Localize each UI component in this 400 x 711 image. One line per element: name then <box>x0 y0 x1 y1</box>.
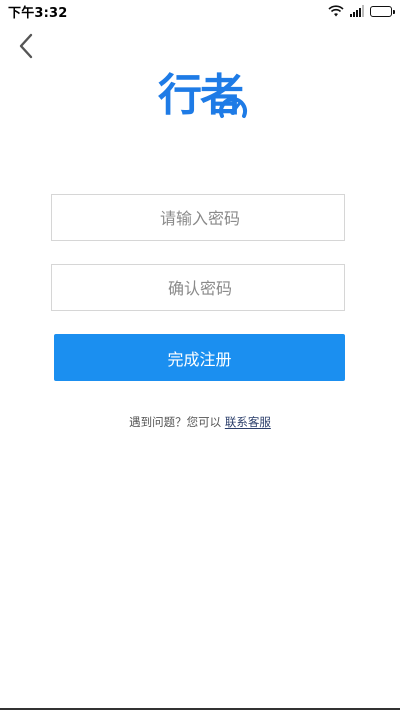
battery-icon <box>370 5 395 17</box>
app-logo: 行者 <box>148 68 252 128</box>
complete-registration-button[interactable]: 完成注册 <box>54 334 345 381</box>
status-time: 下午3:32 <box>8 5 68 21</box>
contact-support-link[interactable]: 联系客服 <box>225 415 271 429</box>
chevron-left-icon <box>18 33 34 63</box>
status-icons <box>328 5 395 17</box>
confirm-password-input[interactable] <box>52 265 348 312</box>
help-prompt: 遇到问题？您可以 <box>129 415 225 429</box>
confirm-password-field-container <box>51 264 348 312</box>
status-bar: 下午3:32 <box>0 0 400 22</box>
signal-icon <box>350 5 364 17</box>
back-button[interactable] <box>12 32 40 64</box>
password-input[interactable] <box>52 195 348 242</box>
bottom-divider <box>0 708 400 710</box>
speedometer-icon <box>218 94 248 124</box>
wifi-icon <box>328 5 344 17</box>
password-field-container <box>51 194 348 242</box>
help-line: 遇到问题？您可以 联系客服 <box>0 414 400 430</box>
